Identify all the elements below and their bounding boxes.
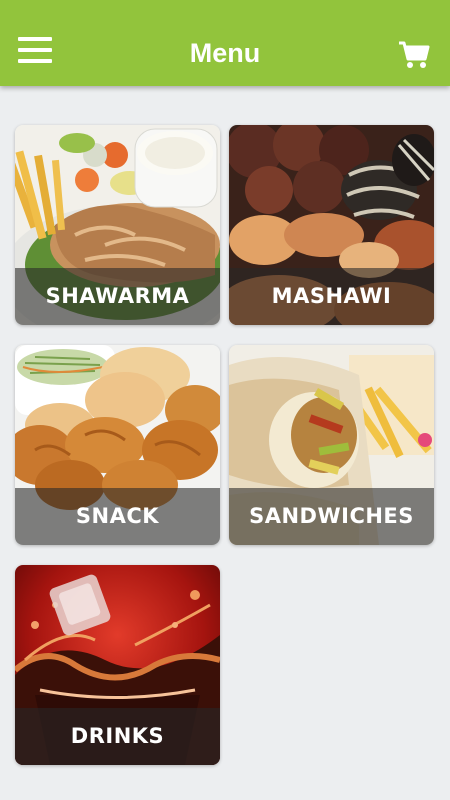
category-tile-sandwiches[interactable]: SANDWICHES xyxy=(229,345,434,545)
category-label: MASHAWI xyxy=(271,284,392,308)
category-label: SANDWICHES xyxy=(249,504,414,528)
category-tile-mashawi[interactable]: MASHAWI xyxy=(229,125,434,325)
app-bar: Menu xyxy=(0,0,450,86)
category-label: SHAWARMA xyxy=(45,284,190,308)
page-title: Menu xyxy=(189,38,261,68)
category-tile-drinks[interactable]: DRINKS xyxy=(15,565,220,765)
category-label: SNACK xyxy=(75,504,160,528)
category-tile-shawarma[interactable]: SHAWARMA xyxy=(15,125,220,325)
shopping-cart-icon xyxy=(399,41,430,68)
category-tile-snack[interactable]: SNACK xyxy=(15,345,220,545)
category-label: DRINKS xyxy=(70,724,165,748)
cart-button[interactable] xyxy=(398,40,430,70)
